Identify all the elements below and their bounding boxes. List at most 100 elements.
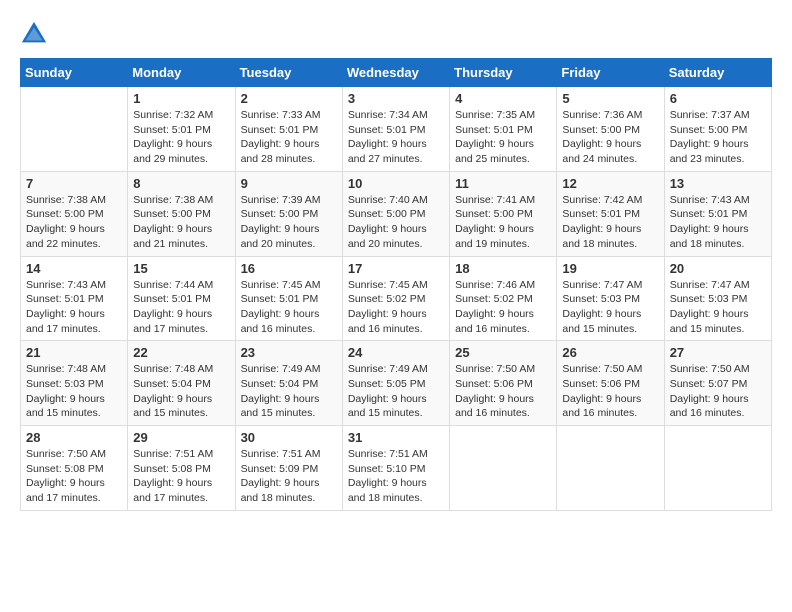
daylight: Daylight: 9 hours and 27 minutes. bbox=[348, 138, 427, 165]
day-number: 29 bbox=[133, 430, 229, 445]
sunset: Sunset: 5:00 PM bbox=[562, 124, 640, 136]
sunrise: Sunrise: 7:47 AM bbox=[562, 279, 642, 291]
daylight: Daylight: 9 hours and 19 minutes. bbox=[455, 223, 534, 250]
calendar-cell: 10 Sunrise: 7:40 AM Sunset: 5:00 PM Dayl… bbox=[342, 171, 449, 256]
daylight: Daylight: 9 hours and 16 minutes. bbox=[670, 393, 749, 420]
sunset: Sunset: 5:05 PM bbox=[348, 378, 426, 390]
day-info: Sunrise: 7:41 AM Sunset: 5:00 PM Dayligh… bbox=[455, 193, 551, 252]
day-info: Sunrise: 7:49 AM Sunset: 5:04 PM Dayligh… bbox=[241, 362, 337, 421]
day-number: 18 bbox=[455, 261, 551, 276]
sunset: Sunset: 5:00 PM bbox=[455, 208, 533, 220]
calendar-cell: 27 Sunrise: 7:50 AM Sunset: 5:07 PM Dayl… bbox=[664, 341, 771, 426]
calendar-cell: 26 Sunrise: 7:50 AM Sunset: 5:06 PM Dayl… bbox=[557, 341, 664, 426]
day-number: 2 bbox=[241, 91, 337, 106]
calendar-day-header: Wednesday bbox=[342, 59, 449, 87]
day-number: 9 bbox=[241, 176, 337, 191]
calendar-cell: 16 Sunrise: 7:45 AM Sunset: 5:01 PM Dayl… bbox=[235, 256, 342, 341]
sunset: Sunset: 5:06 PM bbox=[562, 378, 640, 390]
sunrise: Sunrise: 7:49 AM bbox=[241, 363, 321, 375]
sunset: Sunset: 5:01 PM bbox=[133, 124, 211, 136]
calendar-week-row: 14 Sunrise: 7:43 AM Sunset: 5:01 PM Dayl… bbox=[21, 256, 772, 341]
calendar-body: 1 Sunrise: 7:32 AM Sunset: 5:01 PM Dayli… bbox=[21, 87, 772, 511]
day-info: Sunrise: 7:48 AM Sunset: 5:04 PM Dayligh… bbox=[133, 362, 229, 421]
day-number: 14 bbox=[26, 261, 122, 276]
calendar-cell: 7 Sunrise: 7:38 AM Sunset: 5:00 PM Dayli… bbox=[21, 171, 128, 256]
daylight: Daylight: 9 hours and 17 minutes. bbox=[26, 477, 105, 504]
day-number: 26 bbox=[562, 345, 658, 360]
day-info: Sunrise: 7:38 AM Sunset: 5:00 PM Dayligh… bbox=[26, 193, 122, 252]
daylight: Daylight: 9 hours and 29 minutes. bbox=[133, 138, 212, 165]
sunrise: Sunrise: 7:34 AM bbox=[348, 109, 428, 121]
day-info: Sunrise: 7:49 AM Sunset: 5:05 PM Dayligh… bbox=[348, 362, 444, 421]
day-number: 28 bbox=[26, 430, 122, 445]
calendar-cell bbox=[21, 87, 128, 172]
sunrise: Sunrise: 7:45 AM bbox=[348, 279, 428, 291]
sunrise: Sunrise: 7:51 AM bbox=[241, 448, 321, 460]
calendar-cell: 3 Sunrise: 7:34 AM Sunset: 5:01 PM Dayli… bbox=[342, 87, 449, 172]
calendar-cell: 21 Sunrise: 7:48 AM Sunset: 5:03 PM Dayl… bbox=[21, 341, 128, 426]
daylight: Daylight: 9 hours and 17 minutes. bbox=[133, 477, 212, 504]
day-info: Sunrise: 7:43 AM Sunset: 5:01 PM Dayligh… bbox=[26, 278, 122, 337]
sunset: Sunset: 5:00 PM bbox=[348, 208, 426, 220]
daylight: Daylight: 9 hours and 17 minutes. bbox=[133, 308, 212, 335]
calendar-day-header: Tuesday bbox=[235, 59, 342, 87]
sunrise: Sunrise: 7:35 AM bbox=[455, 109, 535, 121]
sunset: Sunset: 5:08 PM bbox=[133, 463, 211, 475]
day-info: Sunrise: 7:43 AM Sunset: 5:01 PM Dayligh… bbox=[670, 193, 766, 252]
sunrise: Sunrise: 7:50 AM bbox=[562, 363, 642, 375]
calendar-cell: 28 Sunrise: 7:50 AM Sunset: 5:08 PM Dayl… bbox=[21, 426, 128, 511]
day-number: 11 bbox=[455, 176, 551, 191]
calendar-day-header: Saturday bbox=[664, 59, 771, 87]
day-info: Sunrise: 7:48 AM Sunset: 5:03 PM Dayligh… bbox=[26, 362, 122, 421]
sunrise: Sunrise: 7:49 AM bbox=[348, 363, 428, 375]
calendar-cell: 13 Sunrise: 7:43 AM Sunset: 5:01 PM Dayl… bbox=[664, 171, 771, 256]
sunset: Sunset: 5:04 PM bbox=[133, 378, 211, 390]
sunrise: Sunrise: 7:51 AM bbox=[348, 448, 428, 460]
day-number: 20 bbox=[670, 261, 766, 276]
daylight: Daylight: 9 hours and 22 minutes. bbox=[26, 223, 105, 250]
sunrise: Sunrise: 7:47 AM bbox=[670, 279, 750, 291]
day-info: Sunrise: 7:47 AM Sunset: 5:03 PM Dayligh… bbox=[670, 278, 766, 337]
daylight: Daylight: 9 hours and 15 minutes. bbox=[670, 308, 749, 335]
sunrise: Sunrise: 7:46 AM bbox=[455, 279, 535, 291]
day-info: Sunrise: 7:40 AM Sunset: 5:00 PM Dayligh… bbox=[348, 193, 444, 252]
calendar-day-header: Monday bbox=[128, 59, 235, 87]
daylight: Daylight: 9 hours and 18 minutes. bbox=[670, 223, 749, 250]
calendar-cell: 19 Sunrise: 7:47 AM Sunset: 5:03 PM Dayl… bbox=[557, 256, 664, 341]
day-info: Sunrise: 7:50 AM Sunset: 5:08 PM Dayligh… bbox=[26, 447, 122, 506]
day-number: 6 bbox=[670, 91, 766, 106]
calendar-cell: 22 Sunrise: 7:48 AM Sunset: 5:04 PM Dayl… bbox=[128, 341, 235, 426]
daylight: Daylight: 9 hours and 20 minutes. bbox=[348, 223, 427, 250]
day-number: 12 bbox=[562, 176, 658, 191]
sunrise: Sunrise: 7:48 AM bbox=[133, 363, 213, 375]
calendar-cell: 24 Sunrise: 7:49 AM Sunset: 5:05 PM Dayl… bbox=[342, 341, 449, 426]
sunset: Sunset: 5:01 PM bbox=[26, 293, 104, 305]
sunrise: Sunrise: 7:42 AM bbox=[562, 194, 642, 206]
sunset: Sunset: 5:06 PM bbox=[455, 378, 533, 390]
day-info: Sunrise: 7:42 AM Sunset: 5:01 PM Dayligh… bbox=[562, 193, 658, 252]
sunset: Sunset: 5:00 PM bbox=[26, 208, 104, 220]
day-number: 15 bbox=[133, 261, 229, 276]
calendar-cell: 12 Sunrise: 7:42 AM Sunset: 5:01 PM Dayl… bbox=[557, 171, 664, 256]
calendar-cell: 23 Sunrise: 7:49 AM Sunset: 5:04 PM Dayl… bbox=[235, 341, 342, 426]
daylight: Daylight: 9 hours and 20 minutes. bbox=[241, 223, 320, 250]
sunset: Sunset: 5:08 PM bbox=[26, 463, 104, 475]
day-info: Sunrise: 7:45 AM Sunset: 5:02 PM Dayligh… bbox=[348, 278, 444, 337]
sunset: Sunset: 5:09 PM bbox=[241, 463, 319, 475]
sunrise: Sunrise: 7:32 AM bbox=[133, 109, 213, 121]
calendar-cell bbox=[450, 426, 557, 511]
daylight: Daylight: 9 hours and 15 minutes. bbox=[26, 393, 105, 420]
sunset: Sunset: 5:04 PM bbox=[241, 378, 319, 390]
daylight: Daylight: 9 hours and 23 minutes. bbox=[670, 138, 749, 165]
sunrise: Sunrise: 7:45 AM bbox=[241, 279, 321, 291]
day-info: Sunrise: 7:50 AM Sunset: 5:06 PM Dayligh… bbox=[455, 362, 551, 421]
sunrise: Sunrise: 7:50 AM bbox=[26, 448, 106, 460]
day-number: 10 bbox=[348, 176, 444, 191]
calendar-cell: 11 Sunrise: 7:41 AM Sunset: 5:00 PM Dayl… bbox=[450, 171, 557, 256]
sunrise: Sunrise: 7:39 AM bbox=[241, 194, 321, 206]
sunrise: Sunrise: 7:43 AM bbox=[26, 279, 106, 291]
sunset: Sunset: 5:00 PM bbox=[133, 208, 211, 220]
daylight: Daylight: 9 hours and 17 minutes. bbox=[26, 308, 105, 335]
daylight: Daylight: 9 hours and 24 minutes. bbox=[562, 138, 641, 165]
day-info: Sunrise: 7:38 AM Sunset: 5:00 PM Dayligh… bbox=[133, 193, 229, 252]
